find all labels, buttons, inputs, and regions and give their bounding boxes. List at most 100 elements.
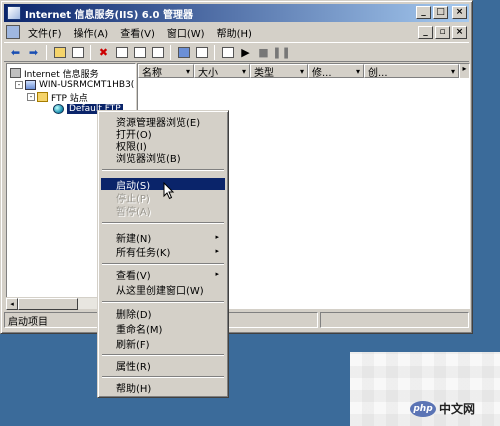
toolbar-separator xyxy=(90,44,91,60)
toolbar-separator xyxy=(214,44,215,60)
folder-icon xyxy=(37,92,48,102)
computer-icon[interactable] xyxy=(220,45,235,59)
stop-icon[interactable]: ■ xyxy=(256,45,271,59)
ctx-pause[interactable]: 暂停(A) xyxy=(101,204,225,218)
watermark-text: 中文网 xyxy=(439,402,476,416)
context-menu: 资源管理器浏览(E) 打开(O) 权限(I) 浏览器浏览(B) 启动(S) 停止… xyxy=(97,110,229,398)
status-panel xyxy=(320,312,469,328)
php-logo-icon: php xyxy=(410,400,436,417)
menu-item-label: 所有任务(K) xyxy=(116,247,171,259)
submenu-arrow-icon: ▸ xyxy=(215,247,219,255)
column-headers: 名称 ▾ 大小 ▾ 类型 ▾ 修... ▾ 创... ▾ ▸ xyxy=(138,64,469,79)
refresh-icon[interactable] xyxy=(132,45,147,59)
close-button[interactable]: × xyxy=(452,6,467,19)
iis-app-icon xyxy=(7,6,21,20)
mdi-controls: _ ▫ × xyxy=(418,25,467,39)
column-label: 创... xyxy=(368,67,388,79)
scroll-thumb[interactable] xyxy=(18,297,78,310)
tree-item-computer[interactable]: - WIN-USRMCMT1HB3( xyxy=(15,79,134,91)
collapse-icon[interactable]: - xyxy=(15,81,23,89)
tree-item-label: WIN-USRMCMT1HB3( xyxy=(39,80,135,90)
system-menu-icon[interactable] xyxy=(6,25,20,39)
title-bar[interactable]: Internet 信息服务(IIS) 6.0 管理器 _ □ × xyxy=(4,4,469,22)
ctx-properties[interactable]: 属性(R) xyxy=(101,359,225,373)
chevron-down-icon: ▾ xyxy=(450,66,455,76)
maximize-button[interactable]: □ xyxy=(433,6,448,19)
menu-window[interactable]: 窗口(W) xyxy=(161,25,211,40)
submenu-arrow-icon: ▸ xyxy=(215,270,219,278)
toolbar-separator xyxy=(46,44,47,60)
collapse-icon[interactable]: - xyxy=(27,93,35,101)
ftp-site-icon xyxy=(53,104,64,114)
ctx-new[interactable]: 新建(N) ▸ xyxy=(101,231,225,245)
column-header-name[interactable]: 名称 ▾ xyxy=(138,64,194,79)
menu-separator xyxy=(102,169,224,171)
menu-help[interactable]: 帮助(H) xyxy=(211,25,258,40)
menu-item-label: 新建(N) xyxy=(116,233,152,245)
back-icon[interactable]: ⬅ xyxy=(8,45,23,59)
pause-icon[interactable]: ❚❚ xyxy=(272,45,290,59)
column-label: 大小 xyxy=(198,67,218,79)
delete-icon[interactable]: ✖ xyxy=(96,45,111,59)
tree-item-label: Internet 信息服务 xyxy=(24,69,99,80)
toolbar-separator xyxy=(170,44,171,60)
play-icon[interactable]: ▶ xyxy=(238,45,253,59)
column-label: 类型 xyxy=(254,67,274,79)
chevron-down-icon: ▾ xyxy=(299,66,304,76)
mdi-restore-button[interactable]: ▫ xyxy=(435,25,450,39)
column-label: 名称 xyxy=(142,67,162,79)
ctx-help[interactable]: 帮助(H) xyxy=(101,381,225,395)
column-label: 修... xyxy=(312,67,332,79)
tree-item-label: FTP 站点 xyxy=(51,93,88,104)
menu-separator xyxy=(102,263,224,265)
column-header-created[interactable]: 创... ▾ xyxy=(364,64,459,79)
status-bar: 启动项目 xyxy=(4,312,469,328)
help-icon[interactable] xyxy=(176,45,191,59)
show-tree-icon[interactable] xyxy=(70,45,85,59)
export-icon[interactable] xyxy=(150,45,165,59)
ctx-refresh[interactable]: 刷新(F) xyxy=(101,337,225,351)
ctx-view[interactable]: 查看(V) ▸ xyxy=(101,268,225,282)
submenu-arrow-icon: ▸ xyxy=(215,233,219,241)
menu-separator xyxy=(102,354,224,356)
ctx-new-window[interactable]: 从这里创建窗口(W) xyxy=(101,283,225,297)
window-controls: _ □ × xyxy=(416,6,467,19)
mdi-close-button[interactable]: × xyxy=(452,25,467,39)
server-icon xyxy=(10,68,21,78)
tree-item-ftp-sites[interactable]: - FTP 站点 xyxy=(27,91,88,104)
ctx-delete[interactable]: 删除(D) xyxy=(101,307,225,321)
mouse-cursor-icon xyxy=(163,182,175,200)
header-scroll-right-icon[interactable]: ▸ xyxy=(459,64,469,78)
menu-separator xyxy=(102,301,224,303)
ctx-browse[interactable]: 浏览器浏览(B) xyxy=(101,151,225,165)
column-header-modified[interactable]: 修... ▾ xyxy=(308,64,364,79)
forward-icon[interactable]: ➡ xyxy=(26,45,41,59)
menu-action[interactable]: 操作(A) xyxy=(68,25,115,40)
menu-item-label: 查看(V) xyxy=(116,270,151,282)
tree-item-iis-root[interactable]: Internet 信息服务 xyxy=(10,67,99,80)
ctx-rename[interactable]: 重命名(M) xyxy=(101,322,225,336)
ctx-all-tasks[interactable]: 所有任务(K) ▸ xyxy=(101,245,225,259)
properties-icon[interactable] xyxy=(114,45,129,59)
iis-manager-window: Internet 信息服务(IIS) 6.0 管理器 _ □ × 文件(F) 操… xyxy=(0,0,473,334)
up-icon[interactable] xyxy=(52,45,67,59)
menu-view[interactable]: 查看(V) xyxy=(114,25,161,40)
computer-icon xyxy=(25,80,36,90)
console-icon[interactable] xyxy=(194,45,209,59)
chevron-down-icon: ▾ xyxy=(355,66,360,76)
toolbar: ⬅ ➡ ✖ ▶ ■ ❚❚ xyxy=(4,42,469,62)
status-panel xyxy=(228,312,318,328)
scroll-left-icon[interactable]: ◂ xyxy=(6,297,18,310)
watermark: php 中文网 xyxy=(410,400,475,417)
minimize-button[interactable]: _ xyxy=(416,6,431,19)
menu-separator xyxy=(102,222,224,224)
mdi-minimize-button[interactable]: _ xyxy=(418,25,433,39)
menu-separator xyxy=(102,376,224,378)
window-title: Internet 信息服务(IIS) 6.0 管理器 xyxy=(25,9,193,21)
chevron-down-icon: ▾ xyxy=(185,66,190,76)
menu-file[interactable]: 文件(F) xyxy=(22,25,68,40)
chevron-down-icon: ▾ xyxy=(241,66,246,76)
menu-bar: 文件(F) 操作(A) 查看(V) 窗口(W) 帮助(H) _ ▫ × xyxy=(4,23,469,41)
column-header-type[interactable]: 类型 ▾ xyxy=(250,64,308,79)
column-header-size[interactable]: 大小 ▾ xyxy=(194,64,250,79)
